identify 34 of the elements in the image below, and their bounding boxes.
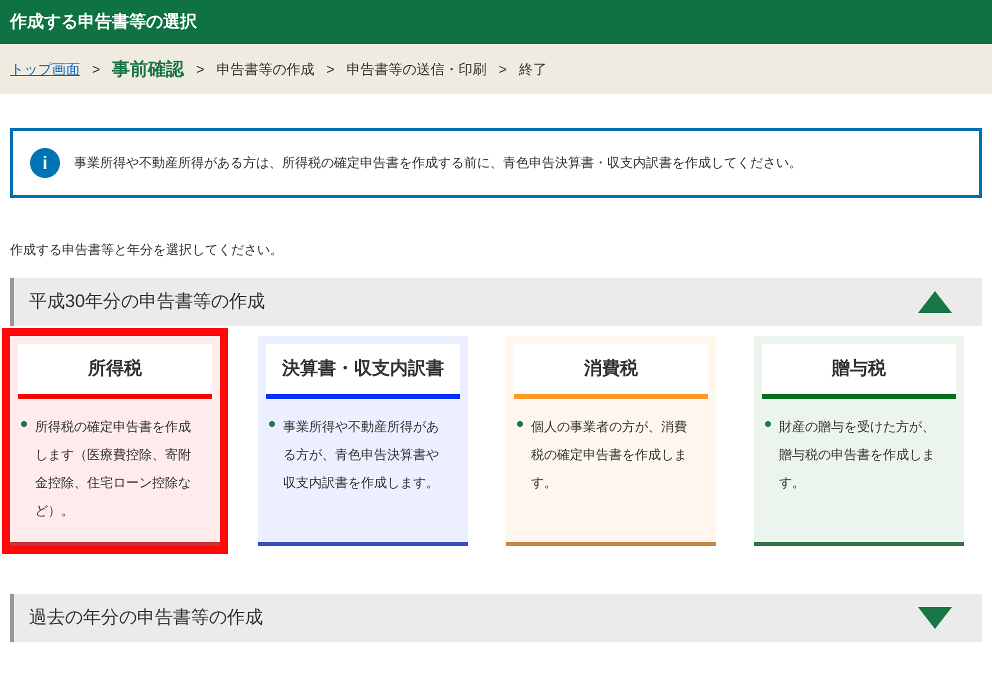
bullet-icon bbox=[269, 420, 275, 426]
breadcrumb-link[interactable]: トップ画面 bbox=[10, 58, 80, 80]
bullet-icon bbox=[21, 420, 27, 426]
section-title: 平成30年分の申告書等の作成 bbox=[29, 290, 266, 313]
instruction-text: 作成する申告書等と年分を選択してください。 bbox=[10, 241, 284, 259]
tax-form-card[interactable]: 決算書・収支内訳書 事業所得や不動産所得がある方が、青色申告決算書や収支内訳書を作成します。 bbox=[258, 336, 468, 546]
card-description: 事業所得や不動産所得がある方が、青色申告決算書や収支内訳書を作成します。 bbox=[283, 418, 440, 492]
breadcrumb-step: 終了 bbox=[518, 58, 547, 80]
card-description: 所得税の確定申告書を作成します（医療費控除、寄附金控除、住宅ローン控除など）。 bbox=[35, 418, 192, 520]
breadcrumb-step: 申告書等の送信・印刷 bbox=[346, 58, 487, 80]
tax-form-card[interactable]: 消費税 個人の事業者の方が、消費税の確定申告書を作成します。 bbox=[506, 336, 716, 546]
section-header[interactable]: 過去の年分の申告書等の作成 bbox=[10, 594, 982, 642]
breadcrumb-separator: > bbox=[92, 60, 100, 78]
card-title: 決算書・収支内訳書 bbox=[266, 344, 460, 398]
card-title: 消費税 bbox=[514, 344, 708, 398]
card-title: 所得税 bbox=[18, 344, 212, 398]
bullet-icon bbox=[517, 420, 523, 426]
tax-form-card[interactable]: 贈与税 財産の贈与を受けた方が、贈与税の申告書を作成します。 bbox=[754, 336, 964, 546]
bullet-icon bbox=[765, 420, 771, 426]
section-header[interactable]: 平成30年分の申告書等の作成 bbox=[10, 278, 982, 326]
card-description: 個人の事業者の方が、消費税の確定申告書を作成します。 bbox=[531, 418, 688, 492]
breadcrumb-separator: > bbox=[196, 60, 204, 78]
breadcrumb-separator: > bbox=[326, 60, 335, 78]
card-title: 贈与税 bbox=[762, 344, 956, 398]
breadcrumb-step: 申告書等の作成 bbox=[216, 58, 314, 80]
info-icon: i bbox=[30, 148, 60, 178]
breadcrumb-separator: > bbox=[498, 60, 507, 78]
breadcrumb-step: 事前確認 bbox=[112, 56, 184, 82]
notice-text: 事業所得や不動産所得がある方は、所得税の確定申告書を作成する前に、青色申告決算書・収支内訳書を作成してください。 bbox=[74, 154, 802, 172]
expand-triangle-icon[interactable] bbox=[918, 606, 952, 628]
card-description: 財産の贈与を受けた方が、贈与税の申告書を作成します。 bbox=[779, 418, 936, 492]
collapse-triangle-icon[interactable] bbox=[918, 290, 952, 312]
section-title: 過去の年分の申告書等の作成 bbox=[29, 606, 263, 629]
page-title: 作成する申告書等の選択 bbox=[10, 11, 197, 34]
